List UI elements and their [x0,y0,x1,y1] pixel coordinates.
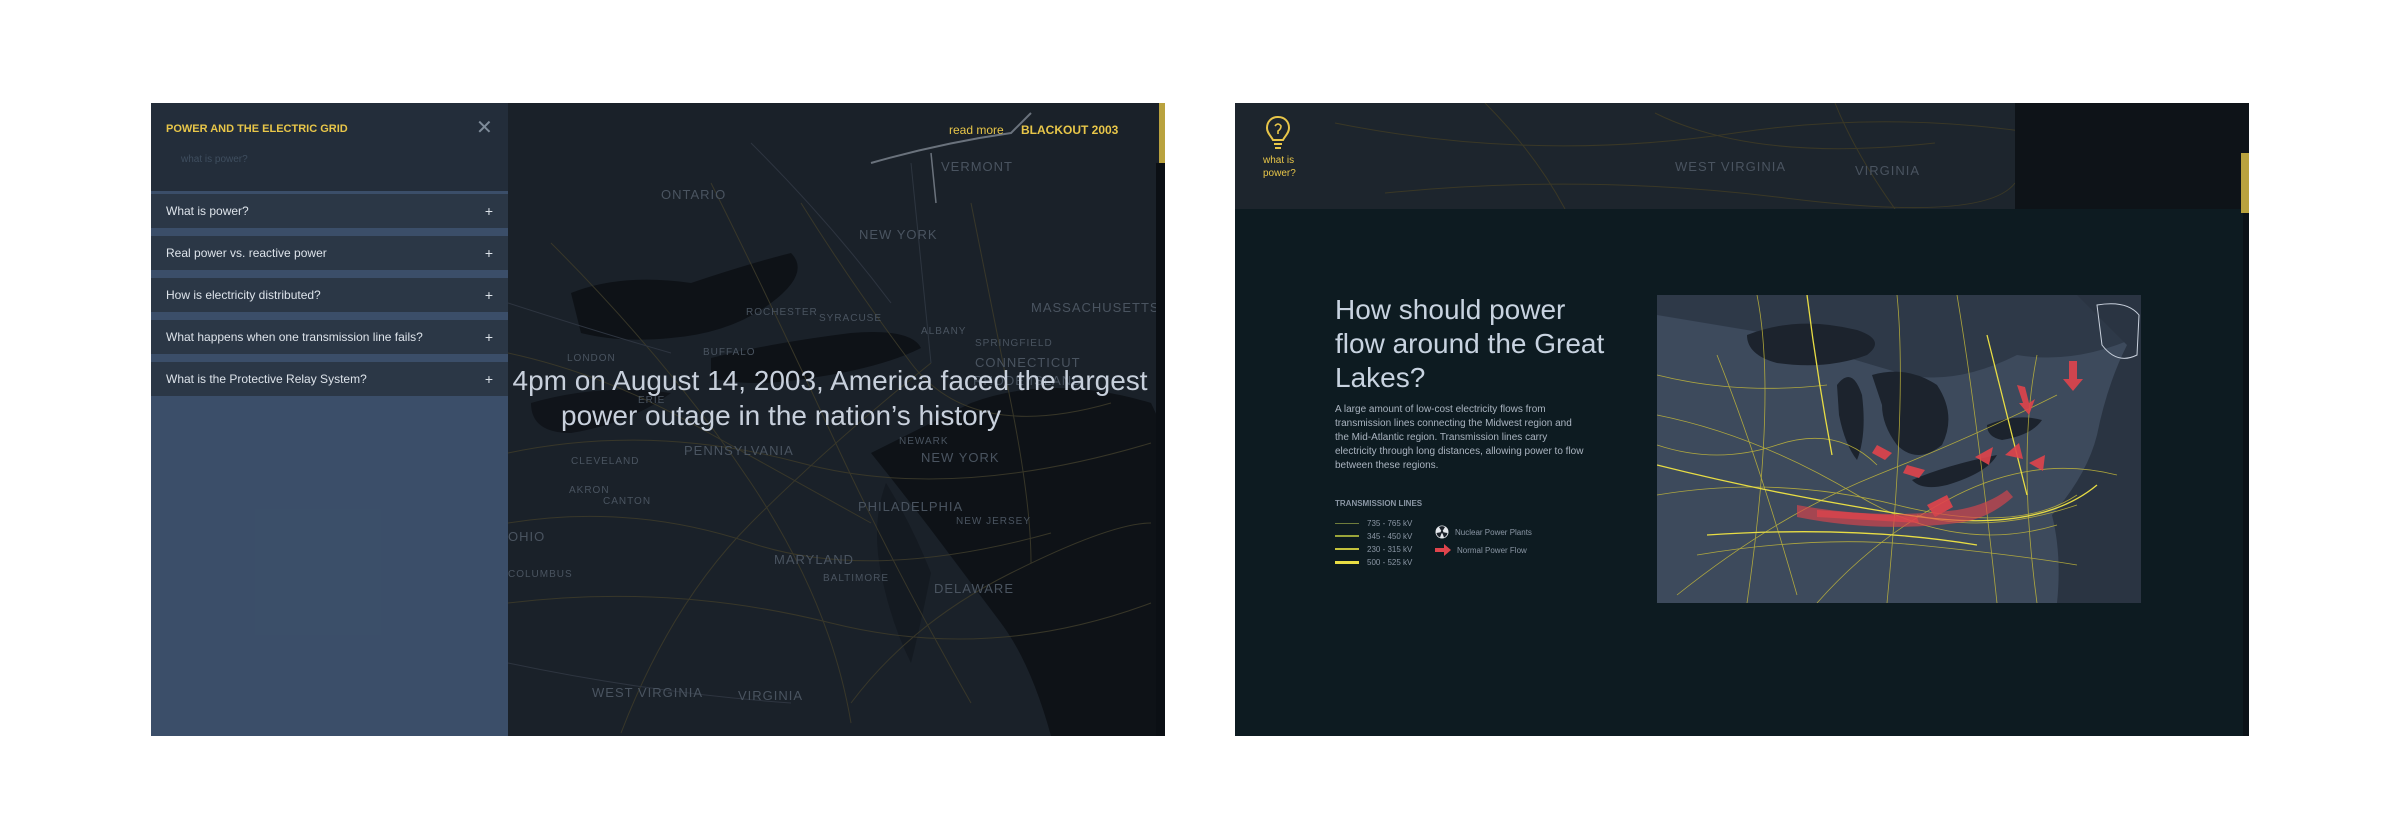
section-title: How should power flow around the Great L… [1335,294,1605,393]
legend-label: Nuclear Power Plants [1455,527,1532,537]
ghost-what-is-power: what is power? [181,154,248,165]
great-lakes-power-flow-map [1657,295,2141,603]
accordion-label: What is the Protective Relay System? [166,372,367,386]
map-label: BALTIMORE [823,573,890,584]
line-swatch [1335,560,1359,564]
transmission-label: 500 - 525 kV [1367,557,1413,567]
topics-sidebar: what is power? POWER AND THE ELECTRIC GR… [151,103,508,736]
line-swatch [1335,522,1359,524]
scroll-progress-bar [1159,103,1165,163]
scrollbar-track[interactable] [2243,213,2249,736]
map-label: ONTARIO [661,187,727,202]
plus-icon: + [484,203,493,219]
transmission-legend-row: 735 - 765 kV [1335,517,1412,529]
accordion-label: What is power? [166,204,249,218]
transmission-label: 735 - 765 kV [1367,518,1413,528]
great-lakes-map [1657,295,2141,603]
map-label: NEW JERSEY [956,516,1032,527]
accordion-item-distribution[interactable]: How is electricity distributed? + [151,278,508,312]
map-label: SYRACUSE [819,313,883,324]
map-label: VERMONT [941,159,1013,174]
scrollbar-track[interactable] [1156,163,1165,736]
transmission-lines-title: TRANSMISSION LINES [1335,499,1423,508]
read-more-link[interactable]: read more [949,123,1004,137]
legend-label: Normal Power Flow [1457,545,1527,555]
accordion-item-line-fails[interactable]: What happens when one transmission line … [151,320,508,354]
map-label: PENNSYLVANIA [684,443,794,458]
map-label: NEW YORK [859,227,938,242]
map-label: WEST VIRGINIA [592,685,703,700]
lightbulb-icon[interactable] [1265,115,1291,151]
legend-nuclear: Nuclear Power Plants [1435,525,1532,539]
accordion-item-real-vs-reactive[interactable]: Real power vs. reactive power + [151,236,508,270]
line-swatch [1335,535,1359,537]
map-label: MASSACHUSETTS [1031,300,1160,315]
scroll-progress-bar [2241,153,2249,213]
map-label: VIRGINIA [738,688,804,703]
map-label: PHILADELPHIA [858,499,964,514]
map-label: COLUMBUS [508,569,573,580]
map-label: ROCHESTER [746,307,818,318]
accordion-item-relay-system[interactable]: What is the Protective Relay System? + [151,362,508,396]
line-swatch [1335,548,1359,550]
what-is-power-link[interactable]: what is power? [1263,154,1308,180]
map-label: NEW YORK [921,450,1000,465]
power-flow-panel: WEST VIRGINIA VIRGINIA what is power? Ho… [1235,103,2249,736]
sidebar-title: POWER AND THE ELECTRIC GRID [166,123,348,135]
blackout-story-panel: ONTARIO VERMONT NEW YORK MASSACHUSETTS R… [151,103,1165,736]
transmission-legend-row: 230 - 315 kV [1335,543,1412,555]
map-label: CLEVELAND [571,456,640,467]
plus-icon: + [484,287,493,303]
header-dark-region [2015,103,2249,209]
blackout-2003-link[interactable]: BLACKOUT 2003 [1021,123,1118,137]
transmission-legend-row: 500 - 525 kV [1335,556,1412,568]
plus-icon: + [484,245,493,261]
close-icon[interactable]: ✕ [476,115,493,140]
radiation-icon [1435,525,1449,539]
accordion-item-what-is-power[interactable]: What is power? + [151,194,508,228]
transmission-legend-row: 345 - 450 kV [1335,530,1412,542]
transmission-label: 230 - 315 kV [1367,544,1413,554]
map-label: BUFFALO [703,347,756,358]
sidebar-header [151,103,508,191]
map-label: NEWARK [899,436,949,447]
map-label: CANTON [603,496,652,507]
arrow-right-icon [1435,544,1451,556]
legend-flow: Normal Power Flow [1435,544,1527,556]
map-label: OHIO [508,529,546,544]
map-label: VIRGINIA [1855,163,1921,178]
plus-icon: + [484,371,493,387]
map-label: AKRON [569,485,610,496]
transmission-label: 345 - 450 kV [1367,531,1413,541]
accordion-label: Real power vs. reactive power [166,246,327,260]
map-label: DELAWARE [934,581,1014,596]
map-label: MARYLAND [774,552,855,567]
plus-icon: + [484,329,493,345]
map-label: SPRINGFIELD [975,338,1053,349]
accordion-label: How is electricity distributed? [166,288,321,302]
section-body: A large amount of low-cost electricity f… [1335,404,1584,471]
map-label: ALBANY [921,326,967,337]
accordion-label: What happens when one transmission line … [166,330,423,344]
map-label: WEST VIRGINIA [1675,159,1786,174]
